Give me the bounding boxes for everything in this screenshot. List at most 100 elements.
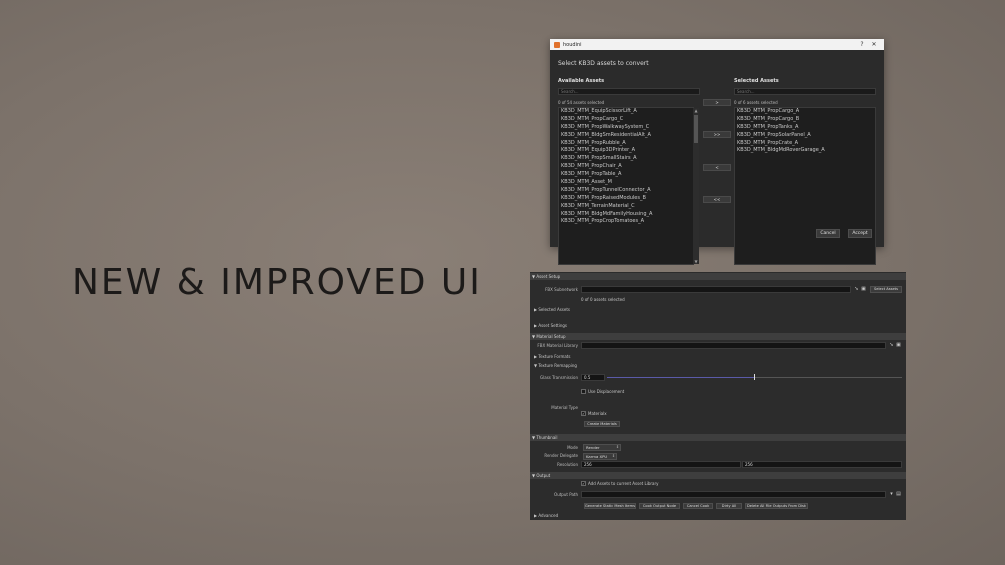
use-displacement-checkbox[interactable] (581, 389, 586, 394)
list-item[interactable]: KB3D_MTM_PropCrate_A (735, 140, 875, 148)
fbx-subnetwork-field[interactable] (581, 286, 851, 293)
list-item[interactable]: KB3D_MTM_BldgMdFamilyHousing_A (559, 211, 693, 219)
resolution-label: Resolution (557, 462, 578, 467)
selected-assets-label: Selected Assets (734, 78, 779, 84)
section-label: Selected Assets (538, 307, 570, 312)
list-item[interactable]: KB3D_MTM_Asset_M (559, 179, 693, 187)
mode-value: Render (586, 445, 600, 450)
list-item[interactable]: KB3D_MTM_PropTunnelConnector_A (559, 187, 693, 195)
list-item[interactable]: KB3D_MTM_PropCropTomatoes_A (559, 218, 693, 226)
section-texture-remapping[interactable]: ▼ Texture Remapping (534, 363, 577, 369)
add-selected-button[interactable]: > (703, 99, 731, 106)
glass-transmission-field[interactable]: 0.5 (581, 374, 605, 381)
list-item[interactable]: KB3D_MTM_PropSmallStairs_A (559, 155, 693, 163)
asset-select-dialog: houdini ? ✕ Select KB3D assets to conver… (550, 39, 884, 265)
help-icon[interactable]: ? (856, 41, 868, 48)
list-item[interactable]: KB3D_MTM_PropWalkwaySystem_C (559, 124, 693, 132)
glass-transmission-label: Glass Transmission (540, 375, 578, 380)
section-texture-formats[interactable]: ▶ Texture Formats (534, 354, 570, 360)
section-label: Thumbnail (536, 435, 558, 440)
glass-transmission-slider-track[interactable] (755, 377, 902, 378)
create-materials-button[interactable]: Create Materials (584, 421, 620, 427)
file-browse-icon[interactable]: ▤ (896, 492, 901, 497)
selected-count: 0 of 6 assets selected (734, 100, 778, 105)
dirty-all-button[interactable]: Dirty All (716, 503, 742, 509)
accept-button[interactable]: Accept (848, 229, 872, 238)
section-label: Texture Formats (538, 354, 571, 359)
available-search-input[interactable]: Search... (558, 88, 700, 95)
section-label: Asset Settings (538, 323, 567, 328)
list-item[interactable]: KB3D_MTM_BldgSmResidentialAlt_A (559, 132, 693, 140)
materialx-checkbox[interactable]: ✓ (581, 411, 586, 416)
list-item[interactable]: KB3D_MTM_TerrainMaterial_C (559, 203, 693, 211)
cancel-cook-button[interactable]: Cancel Cook (683, 503, 713, 509)
resolution-x-field[interactable]: 256 (581, 461, 741, 468)
render-delegate-menu[interactable]: Karma XPU ⇕ (583, 453, 617, 460)
select-assets-button[interactable]: Select Assets (870, 286, 902, 293)
fbx-material-library-label: FBX Material Library (537, 343, 578, 348)
delete-all-file-outputs-button[interactable]: Delete All File Outputs From Disk (745, 503, 808, 509)
list-item[interactable]: KB3D_MTM_PropRaisedModules_B (559, 195, 693, 203)
list-item[interactable]: KB3D_MTM_PropCargo_B (735, 116, 875, 124)
fbx-material-library-field[interactable] (581, 342, 886, 349)
list-item[interactable]: KB3D_MTM_PropChair_A (559, 163, 693, 171)
materialx-label: Materialx (588, 411, 607, 416)
output-path-field[interactable] (581, 491, 886, 498)
scroll-up-icon[interactable]: ▲ (693, 108, 699, 113)
dialog-titlebar: houdini ? ✕ (550, 39, 884, 50)
node-icon[interactable]: ▣ (861, 287, 866, 292)
list-item[interactable]: KB3D_MTM_Equip3DPrinter_A (559, 147, 693, 155)
section-label: Advanced (538, 513, 559, 518)
list-item[interactable]: KB3D_MTM_PropTable_A (559, 171, 693, 179)
pick-arrow-icon[interactable]: ➘ (889, 343, 894, 348)
available-assets-label: Available Assets (558, 78, 605, 84)
parameter-panel: ▼ Asset Setup FBX Subnetwork ➘ ▣ Select … (530, 272, 906, 520)
list-item[interactable]: KB3D_MTM_PropCargo_A (735, 108, 875, 116)
list-item[interactable]: KB3D_MTM_EquipScissorLift_A (559, 108, 693, 116)
list-item[interactable]: KB3D_MTM_PropSolarPanel_A (735, 132, 875, 140)
render-delegate-label: Render Delegate (544, 453, 578, 458)
list-item[interactable]: KB3D_MTM_PropRubble_A (559, 140, 693, 148)
add-all-button[interactable]: >> (703, 131, 731, 138)
cook-output-node-button[interactable]: Cook Output Node (639, 503, 680, 509)
close-icon[interactable]: ✕ (868, 41, 880, 48)
dialog-title: houdini (563, 41, 582, 48)
updown-icon: ⇕ (615, 445, 619, 449)
section-thumbnail[interactable]: ▼ Thumbnail (530, 434, 906, 441)
dropdown-icon[interactable]: ▾ (889, 492, 894, 497)
list-item[interactable]: KB3D_MTM_PropTanks_A (735, 124, 875, 132)
section-label: Output (536, 473, 551, 478)
resolution-y-field[interactable]: 256 (742, 461, 902, 468)
pick-arrow-icon[interactable]: ➘ (854, 287, 859, 292)
headline: NEW & IMPROVED UI (72, 262, 482, 303)
list-item[interactable]: KB3D_MTM_PropCargo_C (559, 116, 693, 124)
section-selected-assets[interactable]: ▶ Selected Assets (534, 307, 570, 313)
selected-assets-list: KB3D_MTM_PropCargo_A KB3D_MTM_PropCargo_B… (734, 107, 876, 265)
mode-menu[interactable]: Render ⇕ (583, 444, 621, 451)
scroll-down-icon[interactable]: ▼ (693, 259, 699, 264)
selected-search-input[interactable]: Search... (734, 88, 876, 95)
remove-selected-button[interactable]: < (703, 164, 731, 171)
section-material-setup[interactable]: ▼ Material Setup (530, 333, 906, 340)
node-icon[interactable]: ▣ (896, 343, 901, 348)
add-assets-label: Add Assets to current Asset Library (588, 481, 659, 486)
glass-transmission-slider-fill (607, 377, 755, 378)
section-asset-settings[interactable]: ▶ Asset Settings (534, 323, 567, 329)
scrollbar-thumb[interactable] (694, 115, 698, 143)
cancel-button[interactable]: Cancel (816, 229, 840, 238)
render-delegate-value: Karma XPU (586, 454, 608, 459)
section-advanced[interactable]: ▶ Advanced (534, 513, 558, 519)
list-item[interactable]: KB3D_MTM_BldgMdRoverGarage_A (735, 147, 875, 155)
use-displacement-label: Use Displacement (588, 389, 625, 394)
available-count: 0 of 54 assets selected (558, 100, 605, 105)
section-label: Texture Remapping (538, 363, 577, 368)
section-output[interactable]: ▼ Output (530, 472, 906, 479)
remove-all-button[interactable]: << (703, 196, 731, 203)
available-assets-list: KB3D_MTM_EquipScissorLift_A KB3D_MTM_Prop… (558, 107, 694, 265)
glass-transmission-slider-knob[interactable] (754, 374, 755, 380)
available-scrollbar[interactable]: ▲ ▼ (693, 108, 699, 264)
add-assets-checkbox[interactable]: ✓ (581, 481, 586, 486)
updown-icon: ⇕ (611, 454, 615, 458)
generate-static-mesh-items-button[interactable]: Generate Static Mesh Items (584, 503, 636, 509)
section-asset-setup[interactable]: ▼ Asset Setup (530, 273, 906, 280)
